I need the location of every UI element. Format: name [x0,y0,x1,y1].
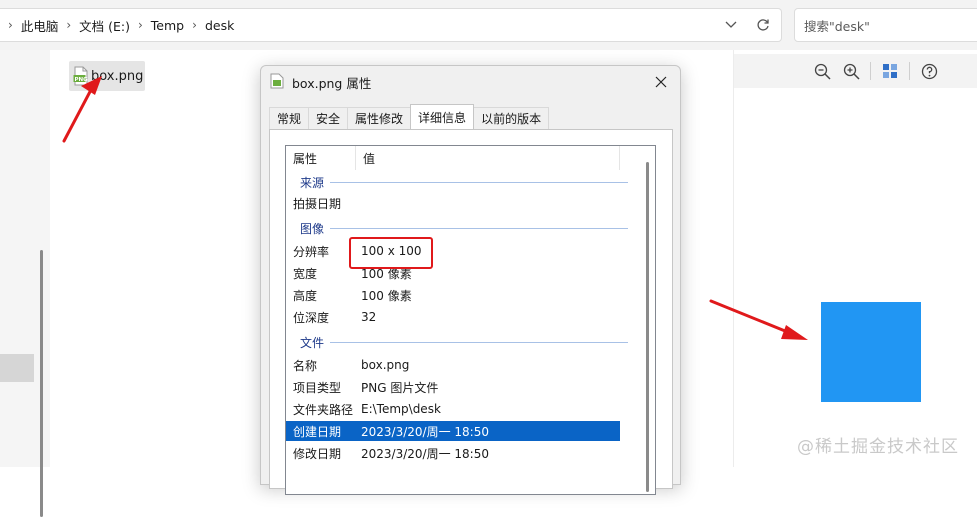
search-input[interactable]: 搜索"desk" [794,8,977,42]
list-item[interactable]: 拍摄日期 [286,193,620,213]
property-value: box.png [361,358,410,372]
properties-list: 属性 值 来源 拍摄日期 图像 分辨率 100 x 100 宽度 100 像素 … [285,145,656,495]
breadcrumb-separator-icon: › [192,18,197,32]
tab-details[interactable]: 详细信息 [410,104,475,129]
property-value: E:\Temp\desk [361,402,441,416]
property-key: 项目类型 [293,380,342,395]
property-key: 宽度 [293,266,318,281]
image-file-icon [270,73,284,92]
nav-selected-item[interactable] [0,354,34,382]
property-key: 高度 [293,288,318,303]
group-divider [330,341,628,343]
tab-general[interactable]: 常规 [269,107,310,129]
grid-view-icon[interactable] [880,61,900,81]
list-scrollbar[interactable] [646,162,649,492]
list-item[interactable]: 高度 100 像素 [286,285,620,305]
group-label-image: 图像 [300,221,325,236]
property-value: 2023/3/20/周一 18:50 [361,446,489,461]
property-value: PNG 图片文件 [361,380,439,395]
list-item[interactable]: 文件夹路径 E:\Temp\desk [286,399,620,419]
property-value: 100 像素 [361,288,412,303]
property-key: 文件夹路径 [293,402,354,417]
group-label-file: 文件 [300,335,325,350]
preview-image [821,302,921,402]
property-key: 分辨率 [293,244,330,259]
close-icon[interactable] [650,71,672,93]
explorer-top-bar: › 此电脑 › 文档 (E:) › Temp › desk 搜索"desk" [0,0,977,50]
preview-toolbar [734,54,977,88]
group-divider [330,181,628,183]
help-icon[interactable] [919,61,939,81]
list-header: 属性 值 [286,146,655,170]
tab-attribute-edit[interactable]: 属性修改 [347,107,412,129]
file-name-label: box.png [91,68,144,84]
svg-text:PNG: PNG [75,77,89,83]
group-source: 来源 [286,173,628,191]
breadcrumb-separator-icon: › [137,18,143,32]
breadcrumb-desk[interactable]: desk [199,18,240,33]
property-value: 2023/3/20/周一 18:50 [361,424,489,439]
column-header-property[interactable]: 属性 [286,146,356,170]
property-key: 修改日期 [293,446,342,461]
dialog-title: box.png 属性 [292,75,372,91]
chevron-down-icon[interactable] [718,9,744,41]
group-file: 文件 [286,333,628,351]
navigation-pane [0,50,50,517]
list-item[interactable]: 宽度 100 像素 [286,263,620,283]
watermark-text: @稀土掘金技术社区 [797,437,959,457]
png-file-icon: PNG [73,66,89,86]
breadcrumb-drive-e[interactable]: 文档 (E:) [73,16,136,35]
list-item[interactable]: 修改日期 2023/3/20/周一 18:50 [286,443,620,463]
dialog-title-bar[interactable]: box.png 属性 [261,66,680,98]
breadcrumb-separator-icon: › [8,18,13,32]
property-key: 创建日期 [293,424,342,439]
group-image: 图像 [286,219,628,237]
breadcrumb-temp[interactable]: Temp [145,18,190,33]
property-value: 32 [361,310,377,324]
details-panel: 属性 值 来源 拍摄日期 图像 分辨率 100 x 100 宽度 100 像素 … [269,129,673,495]
group-label-source: 来源 [300,175,325,190]
nav-scrollbar[interactable] [40,250,43,517]
zoom-in-icon[interactable] [841,61,861,81]
properties-dialog: box.png 属性 常规 安全 属性修改 详细信息 以前的版本 属性 值 来源… [260,65,681,495]
column-header-value[interactable]: 值 [356,146,620,170]
property-key: 名称 [293,358,318,373]
dialog-tabs: 常规 安全 属性修改 详细信息 以前的版本 [269,104,550,129]
file-item-box-png[interactable]: PNG box.png [69,61,145,91]
list-item[interactable]: 项目类型 PNG 图片文件 [286,377,620,397]
list-item[interactable]: 位深度 32 [286,307,620,327]
preview-pane [733,50,977,467]
annotation-highlight-box [349,237,433,269]
search-placeholder: 搜索"desk" [804,18,870,34]
tab-security[interactable]: 安全 [308,107,349,129]
toolbar-divider [909,62,910,80]
breadcrumb-separator-icon: › [66,18,72,32]
tab-previous-versions[interactable]: 以前的版本 [473,107,550,129]
property-key: 拍摄日期 [293,196,342,211]
list-item[interactable]: 名称 box.png [286,355,620,375]
group-divider [330,227,628,229]
address-bar[interactable]: › 此电脑 › 文档 (E:) › Temp › desk [0,8,782,42]
breadcrumb-this-pc[interactable]: 此电脑 [15,16,65,35]
list-item[interactable]: 分辨率 100 x 100 [286,241,620,261]
toolbar-divider [870,62,871,80]
list-item-selected[interactable]: 创建日期 2023/3/20/周一 18:50 [286,421,620,441]
zoom-out-icon[interactable] [812,61,832,81]
property-key: 位深度 [293,310,330,325]
refresh-icon[interactable] [750,9,776,41]
